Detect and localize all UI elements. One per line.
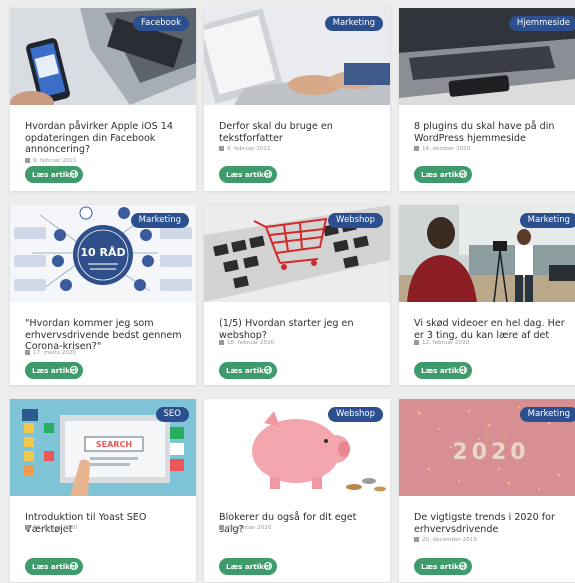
article-title[interactable]: 8 plugins du skal have på din WordPress … <box>414 121 573 144</box>
read-article-button[interactable]: Læs artikel › <box>25 166 83 183</box>
article-card[interactable]: SEARCH SEO Introduktion til Yoast SEO Væ… <box>10 399 196 582</box>
calendar-icon <box>219 525 224 530</box>
article-date: 20. december 2019 <box>414 537 477 543</box>
arrow-right-icon: › <box>459 366 467 374</box>
read-article-button[interactable]: Læs artikel › <box>219 166 277 183</box>
arrow-right-icon: › <box>459 562 467 570</box>
article-image[interactable]: Webshop <box>204 399 390 496</box>
article-card[interactable]: Marketing Vi skød videoer en hel dag. He… <box>399 205 575 385</box>
article-grid: Facebook Hvordan påvirker Apple iOS 14 o… <box>0 0 575 583</box>
category-badge[interactable]: Facebook <box>133 16 189 31</box>
article-card[interactable]: 10 RÅD Marketing "Hvordan kommer jeg som… <box>10 205 196 385</box>
article-title[interactable]: Hvordan påvirker Apple iOS 14 opdatering… <box>25 121 184 156</box>
article-date: 22. januar 2020 <box>219 525 272 531</box>
arrow-right-icon: › <box>70 170 78 178</box>
article-date: 24. januar 2020 <box>25 525 78 531</box>
calendar-icon <box>414 537 419 542</box>
article-image[interactable]: 10 RÅD Marketing <box>10 205 196 302</box>
arrow-right-icon: › <box>70 366 78 374</box>
article-card[interactable]: Webshop Blokerer du også for dit eget sa… <box>204 399 390 582</box>
calendar-icon <box>25 525 30 530</box>
article-card[interactable]: 2020 Marketing De vigtigste trends i 202… <box>399 399 575 582</box>
article-image[interactable]: SEARCH SEO <box>10 399 196 496</box>
article-title[interactable]: "Hvordan kommer jeg som erhvervsdrivende… <box>25 318 184 353</box>
arrow-right-icon: › <box>264 170 272 178</box>
read-article-button[interactable]: Læs artikel › <box>414 166 472 183</box>
article-date: 14. oktober 2020 <box>414 146 470 152</box>
article-image[interactable]: Hjemmeside <box>399 8 575 105</box>
article-title[interactable]: Vi skød videoer en hel dag. Her er 3 tin… <box>414 318 573 341</box>
read-article-button[interactable]: Læs artikel › <box>414 362 472 379</box>
category-badge[interactable]: Marketing <box>519 213 575 228</box>
article-card[interactable]: Facebook Hvordan påvirker Apple iOS 14 o… <box>10 8 196 191</box>
article-date: 8. februar 2021 <box>219 146 271 152</box>
category-badge[interactable]: Marketing <box>519 407 575 422</box>
article-image[interactable]: Marketing <box>399 205 575 302</box>
category-badge[interactable]: Hjemmeside <box>508 16 575 31</box>
article-date: 9. februar 2021 <box>25 158 77 164</box>
category-badge[interactable]: Webshop <box>328 407 383 422</box>
calendar-icon <box>414 146 419 151</box>
article-title[interactable]: De vigtigste trends i 2020 for erhvervsd… <box>414 512 573 535</box>
article-title[interactable]: Derfor skal du bruge en tekstforfatter <box>219 121 378 144</box>
article-image[interactable]: Marketing <box>204 8 390 105</box>
arrow-right-icon: › <box>70 562 78 570</box>
search-illustration-text: SEARCH <box>96 440 132 449</box>
calendar-icon <box>219 340 224 345</box>
category-badge[interactable]: Marketing <box>130 213 189 228</box>
calendar-icon <box>25 158 30 163</box>
read-article-button[interactable]: Læs artikel › <box>414 558 472 575</box>
calendar-icon <box>219 146 224 151</box>
article-image[interactable]: Facebook <box>10 8 196 105</box>
article-date: 17. marts 2020 <box>25 350 76 356</box>
read-article-button[interactable]: Læs artikel › <box>219 558 277 575</box>
article-date: 18. februar 2020 <box>219 340 274 346</box>
article-image[interactable]: Webshop <box>204 205 390 302</box>
infographic-title: 10 RÅD <box>80 246 125 259</box>
article-card[interactable]: Marketing Derfor skal du bruge en tekstf… <box>204 8 390 191</box>
category-badge[interactable]: SEO <box>155 407 189 422</box>
calendar-icon <box>25 350 30 355</box>
arrow-right-icon: › <box>264 366 272 374</box>
arrow-right-icon: › <box>264 562 272 570</box>
article-date: 12. februar 2020 <box>414 340 469 346</box>
calendar-icon <box>414 340 419 345</box>
article-title[interactable]: Introduktion til Yoast SEO Værktøjet <box>25 512 184 535</box>
article-card[interactable]: Webshop (1/5) Hvordan starter jeg en web… <box>204 205 390 385</box>
arrow-right-icon: › <box>459 170 467 178</box>
article-image[interactable]: 2020 Marketing <box>399 399 575 496</box>
category-badge[interactable]: Marketing <box>324 16 383 31</box>
article-title[interactable]: (1/5) Hvordan starter jeg en webshop? <box>219 318 378 341</box>
category-badge[interactable]: Webshop <box>328 213 383 228</box>
article-title[interactable]: Blokerer du også for dit eget salg? <box>219 512 378 535</box>
article-card[interactable]: Hjemmeside 8 plugins du skal have på din… <box>399 8 575 191</box>
read-article-button[interactable]: Læs artikel › <box>219 362 277 379</box>
read-article-button[interactable]: Læs artikel › <box>25 362 83 379</box>
year-text: 2020 <box>452 440 529 465</box>
read-article-button[interactable]: Læs artikel › <box>25 558 83 575</box>
